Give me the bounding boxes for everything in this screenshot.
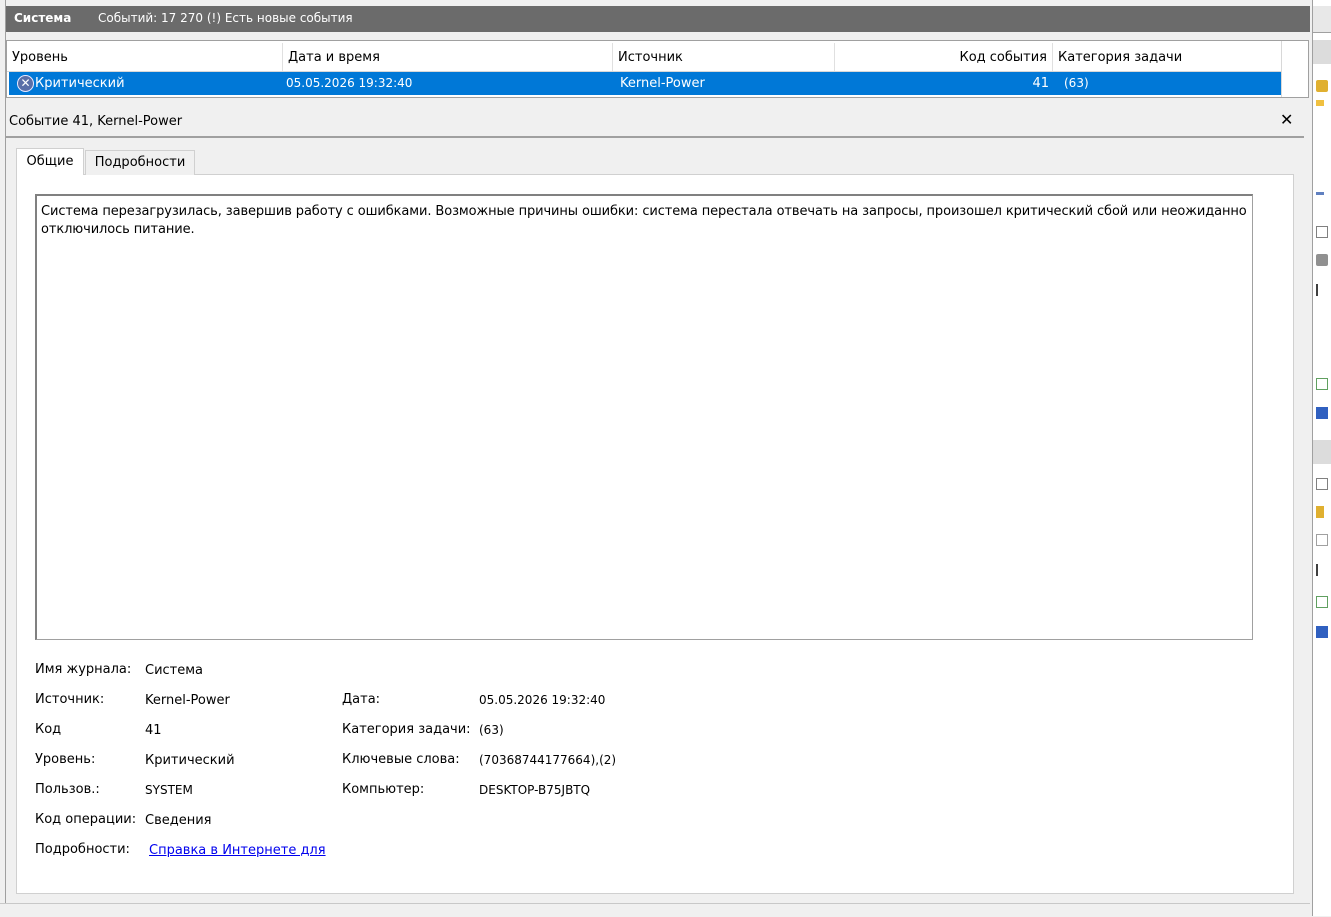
table-header-row: Уровень Дата и время Источник Код событи… xyxy=(7,43,1283,72)
cell-task-category: (63) xyxy=(1064,76,1089,90)
properties-icon[interactable] xyxy=(1316,226,1328,238)
event-count-status: Событий: 17 270 (!) Есть новые события xyxy=(98,11,353,25)
code-value: 41 xyxy=(145,723,162,738)
help-icon[interactable] xyxy=(1316,407,1328,419)
cell-source: Kernel-Power xyxy=(620,76,705,91)
column-header-datetime[interactable]: Дата и время xyxy=(283,43,613,71)
find-icon[interactable] xyxy=(1316,254,1328,266)
keywords-label: Ключевые слова: xyxy=(342,752,460,767)
date-value: 05.05.2026 19:32:40 xyxy=(479,693,606,707)
cell-event-id: 41 xyxy=(1032,76,1049,91)
event-detail-title: Событие 41, Kernel-Power xyxy=(9,114,183,129)
actions-pane-header xyxy=(1313,6,1331,33)
level-value: Критический xyxy=(145,753,235,768)
table-row-selected[interactable]: ✕ Критический 05.05.2026 19:32:40 Kernel… xyxy=(9,72,1283,95)
event-actions-section-header xyxy=(1313,440,1331,464)
tab-general[interactable]: Общие xyxy=(16,148,84,175)
column-header-level[interactable]: Уровень xyxy=(7,43,283,71)
column-header-source[interactable]: Источник xyxy=(613,43,835,71)
event-help-icon[interactable] xyxy=(1316,626,1328,638)
copy-icon[interactable] xyxy=(1316,534,1328,546)
cell-level: Критический xyxy=(35,76,125,91)
task-category-label: Категория задачи: xyxy=(342,722,471,737)
critical-error-icon: ✕ xyxy=(17,75,34,92)
user-label: Пользов.: xyxy=(35,782,100,797)
source-label: Источник: xyxy=(35,692,105,707)
code-label: Код xyxy=(35,722,62,737)
actions-pane-clipped xyxy=(1312,0,1331,916)
attach-task-icon[interactable] xyxy=(1316,506,1324,518)
source-value: Kernel-Power xyxy=(145,693,230,708)
log-name-label: Имя журнала: xyxy=(35,662,132,677)
tab-details[interactable]: Подробности xyxy=(85,150,195,175)
open-log-icon[interactable] xyxy=(1316,80,1328,92)
cell-datetime: 05.05.2026 19:32:40 xyxy=(286,76,413,90)
save-selected-icon[interactable] xyxy=(1316,564,1328,576)
computer-value: DESKTOP-B75JBTQ xyxy=(479,783,591,797)
log-name-value: Система xyxy=(145,663,204,678)
event-description-box[interactable]: Система перезагрузилась, завершив работу… xyxy=(35,194,1253,640)
filter-icon[interactable] xyxy=(1316,100,1324,106)
refresh-event-icon[interactable] xyxy=(1316,596,1328,608)
opcode-value: Сведения xyxy=(145,813,212,828)
online-help-link[interactable]: Справка в Интернете для xyxy=(149,843,326,858)
save-events-icon[interactable] xyxy=(1316,284,1328,296)
column-header-event-id[interactable]: Код события xyxy=(835,43,1053,71)
column-header-task-category[interactable]: Категория задачи xyxy=(1053,43,1283,71)
table-scrollbar[interactable] xyxy=(1281,41,1308,97)
date-label: Дата: xyxy=(342,692,381,707)
log-name: Система xyxy=(14,11,72,25)
log-header-bar: Система Событий: 17 270 (!) Есть новые с… xyxy=(6,6,1310,32)
user-value: SYSTEM xyxy=(145,783,193,797)
event-properties-icon[interactable] xyxy=(1316,478,1328,490)
detail-divider xyxy=(6,136,1304,138)
actions-section-header xyxy=(1313,40,1331,64)
event-description-text: Система перезагрузилась, завершив работу… xyxy=(41,204,1247,237)
more-info-label: Подробности: xyxy=(35,842,130,857)
close-icon[interactable]: ✕ xyxy=(1280,110,1293,129)
window-bottom-border xyxy=(0,903,1310,917)
level-label: Уровень: xyxy=(35,752,96,767)
events-table[interactable]: Уровень Дата и время Источник Код событи… xyxy=(6,40,1309,98)
refresh-icon[interactable] xyxy=(1316,378,1328,390)
task-category-value: (63) xyxy=(479,723,504,737)
keywords-value: (70368744177664),(2) xyxy=(479,753,617,767)
computer-label: Компьютер: xyxy=(342,782,425,797)
opcode-label: Код операции: xyxy=(35,812,137,827)
filter-current-log-icon[interactable] xyxy=(1316,192,1324,195)
